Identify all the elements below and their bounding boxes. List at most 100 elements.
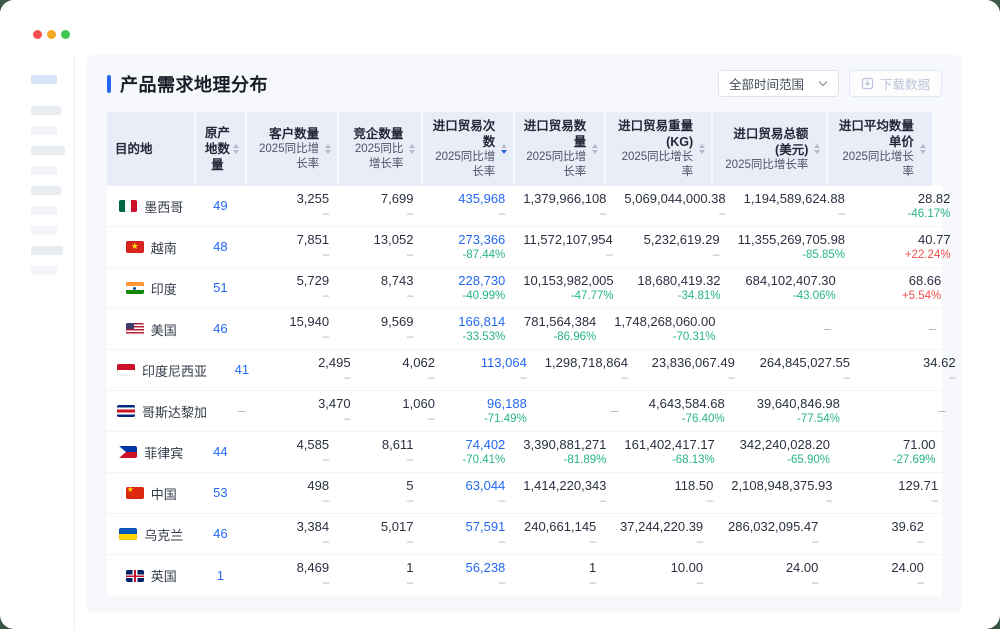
flag-costa-rica-icon	[117, 405, 135, 417]
trade_count-value[interactable]: 228,730	[431, 273, 505, 289]
sort-desc-icon[interactable]	[325, 150, 331, 154]
trade_count-value[interactable]: 273,366	[431, 232, 505, 248]
trade_count-value[interactable]: 96,188	[453, 396, 527, 412]
origin-count-value[interactable]: 48	[204, 239, 238, 255]
sidebar-item-4[interactable]	[31, 146, 65, 155]
origin-count-value[interactable]: 44	[204, 444, 238, 460]
download-data-button[interactable]: 下载数据	[849, 70, 942, 97]
quantity-value: 11,572,107,954	[523, 232, 612, 248]
origin-count-value[interactable]: 53	[204, 485, 238, 501]
sort-desc-icon[interactable]	[409, 150, 415, 154]
sort-carets-icon[interactable]	[699, 144, 705, 154]
sidebar-item-2[interactable]	[31, 106, 61, 115]
sort-asc-icon[interactable]	[920, 144, 926, 148]
origin-count-value[interactable]: 46	[204, 321, 238, 337]
origin-count-value[interactable]: 49	[204, 198, 238, 214]
trade_count-value[interactable]: 113,064	[453, 355, 527, 371]
competitors-cell: 8,611–	[339, 432, 423, 472]
total-cell: 2,108,948,375.93–	[723, 473, 842, 513]
sort-carets-icon[interactable]	[592, 144, 598, 154]
column-header-weight[interactable]: 进口贸易重量(KG)2025同比增长率	[606, 112, 713, 186]
trade_count-value[interactable]: 435,968	[431, 191, 505, 207]
sort-desc-icon[interactable]	[920, 150, 926, 154]
quantity-yoy-change: –	[523, 248, 612, 263]
origin-count-value[interactable]: 46	[204, 526, 238, 542]
avg_price-cell: 34.62–	[860, 350, 964, 390]
sort-asc-icon[interactable]	[233, 144, 239, 148]
sort-desc-icon[interactable]	[814, 150, 820, 154]
window-maximize-button[interactable]	[61, 30, 70, 39]
quantity-yoy-change: –	[523, 576, 596, 591]
avg_price-value: 24.00	[836, 560, 924, 576]
trade_count-yoy-change: –	[431, 576, 505, 591]
competitors-cell: 13,052–	[339, 227, 423, 267]
country-label: 美国	[151, 320, 177, 339]
quantity-cell: 781,564,384-86.96%	[515, 309, 606, 349]
time-range-dropdown[interactable]: 全部时间范围	[718, 70, 839, 97]
sidebar-item-9[interactable]	[31, 246, 63, 255]
country-label: 中国	[151, 484, 177, 503]
trade_count-value[interactable]: 74,402	[431, 437, 505, 453]
table-row: 印度515,729–8,743–228,730-40.99%10,153,982…	[107, 268, 942, 309]
sort-desc-icon[interactable]	[592, 150, 598, 154]
origin-count-value[interactable]: 41	[225, 362, 259, 378]
avg_price-yoy-change: -46.17%	[863, 207, 951, 222]
total-value: 286,032,095.47	[721, 519, 818, 535]
column-header-customers[interactable]: 客户数量2025同比增长率	[247, 112, 339, 186]
destination-cell: 越南	[107, 227, 196, 267]
sort-asc-icon[interactable]	[814, 144, 820, 148]
column-header-origin[interactable]: 原产地数量	[196, 112, 248, 186]
destination-cell: 印度	[107, 268, 196, 308]
sort-carets-icon[interactable]	[409, 144, 415, 154]
quantity-value: 3,390,881,271	[523, 437, 606, 453]
avg_price-value: 34.62	[868, 355, 956, 371]
sort-asc-icon[interactable]	[501, 144, 507, 148]
sort-carets-icon[interactable]	[501, 144, 507, 154]
column-header-competitors[interactable]: 竞企数量2025同比增长率	[339, 112, 423, 186]
sort-asc-icon[interactable]	[592, 144, 598, 148]
avg_price-yoy-change: –	[868, 371, 956, 386]
trade_count-value[interactable]: 166,814	[431, 314, 505, 330]
sort-carets-icon[interactable]	[233, 144, 239, 154]
sidebar-item-10[interactable]	[31, 266, 57, 275]
sidebar-item-3[interactable]	[31, 126, 57, 135]
sort-asc-icon[interactable]	[325, 144, 331, 148]
trade_count-value[interactable]: 63,044	[431, 478, 505, 494]
competitors-yoy-change: –	[347, 453, 413, 468]
sort-carets-icon[interactable]	[325, 144, 331, 154]
trade_count-value[interactable]: 57,591	[431, 519, 505, 535]
total-yoy-change: -43.06%	[739, 289, 836, 304]
sidebar-item-8[interactable]	[31, 226, 57, 235]
total-cell: 39,640,846.98-77.54%	[735, 391, 850, 431]
trade_count-value[interactable]: 56,238	[431, 560, 505, 576]
sort-asc-icon[interactable]	[409, 144, 415, 148]
sort-asc-icon[interactable]	[699, 144, 705, 148]
window-close-button[interactable]	[33, 30, 42, 39]
avg_price-value: –	[858, 403, 946, 419]
column-header-trade_count[interactable]: 进口贸易次数2025同比增长率	[423, 112, 515, 186]
sidebar-item-1[interactable]	[31, 75, 57, 84]
sidebar-item-7[interactable]	[31, 206, 57, 215]
window-minimize-button[interactable]	[47, 30, 56, 39]
sidebar-item-5[interactable]	[31, 166, 57, 175]
sort-desc-icon[interactable]	[233, 150, 239, 154]
sort-carets-icon[interactable]	[814, 144, 820, 154]
sort-carets-icon[interactable]	[920, 144, 926, 154]
sort-desc-icon[interactable]	[501, 150, 507, 154]
table-row: 菲律宾444,585–8,611–74,402-70.41%3,390,881,…	[107, 432, 942, 473]
destination-cell: 印度尼西亚	[107, 350, 217, 390]
sort-desc-icon[interactable]	[699, 150, 705, 154]
customers-cell: 498–	[247, 473, 339, 513]
flag-india-icon	[126, 282, 144, 294]
origin-count-value[interactable]: 51	[204, 280, 238, 296]
quantity-cell: 1,379,966,108–	[515, 186, 616, 226]
avg_price-cell: 28.82-46.17%	[855, 186, 959, 226]
origin-count-cell: 49	[196, 186, 248, 226]
avg_price-value: 68.66	[854, 273, 942, 289]
sidebar-item-6[interactable]	[31, 186, 61, 195]
column-header-quantity[interactable]: 进口贸易数量2025同比增长率	[515, 112, 606, 186]
column-header-total[interactable]: 进口贸易总额(美元)2025同比增长率	[713, 112, 828, 186]
trade_count-cell: 96,188-71.49%	[445, 391, 537, 431]
origin-count-value[interactable]: 1	[204, 568, 238, 584]
column-header-avg_price[interactable]: 进口平均数量单价2025同比增长率	[828, 112, 932, 186]
